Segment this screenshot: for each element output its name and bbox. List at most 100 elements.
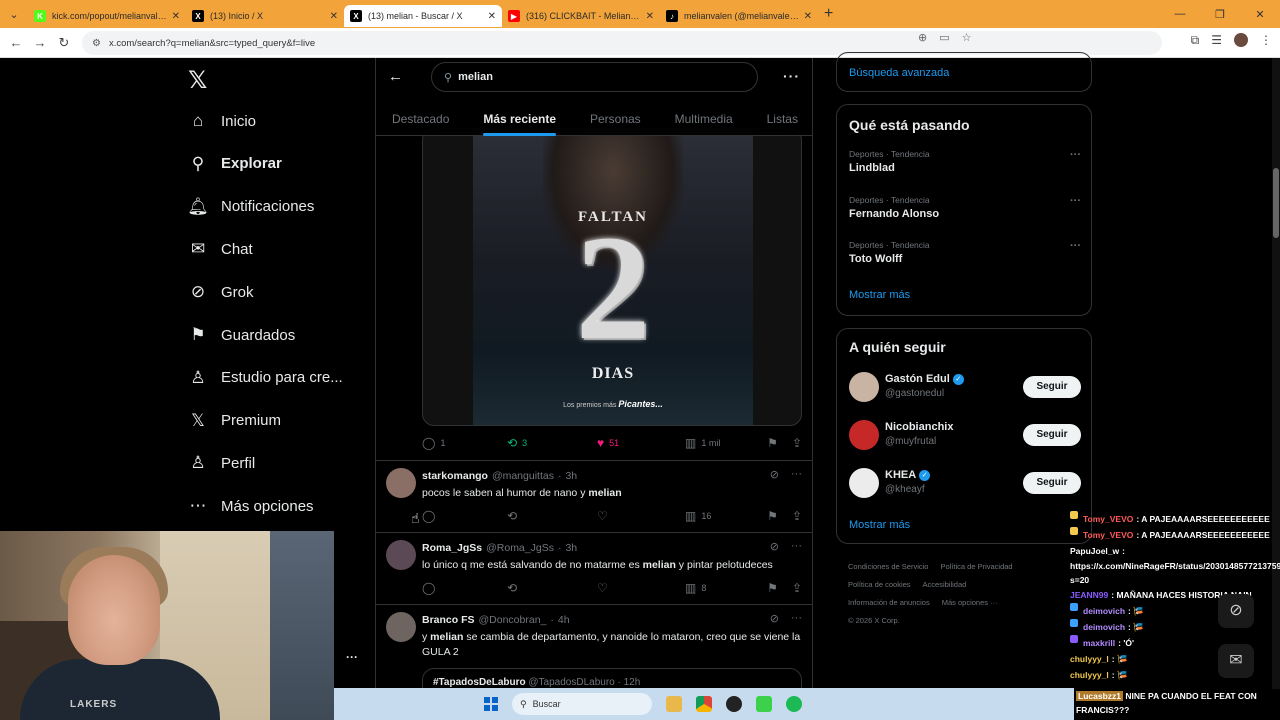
like-button[interactable]: ♡ [597, 581, 685, 595]
more-options-icon[interactable]: ··· [791, 540, 802, 553]
chat-username[interactable]: maxkrill [1083, 635, 1115, 651]
footer-link[interactable]: Política de cookies [848, 580, 911, 589]
footer-link[interactable]: © 2026 X Corp. [848, 616, 900, 625]
footer-link[interactable]: Condiciones de Servicio [848, 562, 928, 571]
repost-button[interactable]: ⟲ 3 [507, 436, 597, 450]
bookmark-star-icon[interactable]: ☆ [962, 31, 972, 44]
avatar[interactable] [386, 540, 416, 570]
tweet-time[interactable]: 4h [558, 614, 570, 626]
share-icon[interactable]: ⇪ [792, 509, 802, 523]
minimize-button[interactable]: — [1160, 8, 1200, 20]
chat-username[interactable]: deimovich [1083, 603, 1125, 619]
more-options-icon[interactable]: ··· [783, 68, 800, 84]
chrome-icon[interactable] [696, 696, 712, 712]
sidebar-item[interactable]: ⌂ Inicio [188, 106, 256, 136]
trend-item[interactable]: Deportes · Tendencia Fernando Alonso ··· [849, 195, 1081, 220]
tweet-time[interactable]: 3h [565, 542, 577, 554]
tab-search-button[interactable]: ⌄ [0, 0, 28, 28]
advanced-search-link[interactable]: Búsqueda avanzada [849, 67, 949, 79]
scrollbar-thumb[interactable] [1273, 168, 1279, 238]
follow-button[interactable]: Seguir [1023, 424, 1081, 446]
tweet-time[interactable]: 3h [565, 470, 577, 482]
tweet-author-name[interactable]: starkomango [422, 470, 488, 482]
tab-close-icon[interactable]: ✕ [646, 11, 654, 22]
cast-icon[interactable]: ▭ [939, 31, 949, 44]
sidebar-item[interactable]: 𝕏 Premium [188, 406, 281, 436]
grok-icon[interactable]: ⊘ [770, 540, 779, 553]
follow-suggestion[interactable]: KHEA ✓ @kheayf Seguir [849, 467, 1081, 499]
avatar[interactable] [386, 612, 416, 642]
tweet-handle[interactable]: @manguittas [492, 470, 554, 482]
tab-close-icon[interactable]: ✕ [804, 11, 812, 22]
avatar[interactable] [849, 468, 879, 498]
reply-button[interactable]: ◯ [422, 581, 507, 595]
chat-username[interactable]: Tomy_VEVO [1083, 527, 1133, 543]
forward-arrow-icon[interactable]: → [28, 35, 52, 50]
tab-search-filter[interactable]: Más reciente [483, 102, 556, 136]
chat-username[interactable]: chulyyy_l [1070, 667, 1109, 683]
post-media-image[interactable]: FALTAN 2 DIAS Los premios más Picantes..… [422, 128, 802, 426]
search-input[interactable]: ⚲ melian [431, 62, 758, 92]
sidebar-item[interactable]: ♙ Estudio para cre... [188, 363, 342, 393]
avatar[interactable] [849, 372, 879, 402]
trend-item[interactable]: Deportes · Tendencia Toto Wolff ··· [849, 240, 1081, 265]
grok-icon[interactable]: ⊘ [1218, 594, 1254, 628]
tab-search-filter[interactable]: Destacado [392, 102, 449, 136]
spotify-icon[interactable] [786, 696, 802, 712]
follow-button[interactable]: Seguir [1023, 376, 1081, 398]
chat-username[interactable]: Tomy_VEVO [1083, 511, 1133, 527]
sidebar-item[interactable]: ⊘ Grok [188, 277, 254, 307]
bookmark-icon[interactable]: ⚑ [767, 509, 778, 523]
chat-username[interactable]: chulyyy_l [1070, 651, 1109, 667]
footer-link[interactable]: Más opciones ··· [942, 598, 998, 607]
tweet-author-name[interactable]: Roma_JgSs [422, 542, 482, 554]
site-info-icon[interactable]: ⚙ [92, 38, 101, 49]
footer-link[interactable]: Información de anuncios [848, 598, 930, 607]
sidebar-item[interactable]: ⚑ Guardados [188, 320, 295, 350]
tweet[interactable]: Branco FS @Doncobran_ · 4h ⊘ ··· y melian se c… [376, 604, 812, 698]
x-logo-icon[interactable]: 𝕏 [188, 66, 207, 95]
back-arrow-icon[interactable]: ← [4, 35, 28, 50]
avatar[interactable] [849, 420, 879, 450]
share-icon[interactable]: ⇪ [792, 436, 802, 450]
browser-tab[interactable]: ♪ melianvalen (@melianvalenn) | ✕ [660, 5, 818, 27]
more-options-icon[interactable]: ··· [346, 650, 358, 664]
more-options-icon[interactable]: ··· [1070, 195, 1081, 207]
follow-suggestion[interactable]: Gastón Edul ✓ @gastonedul Seguir [849, 371, 1081, 403]
profile-avatar[interactable] [1234, 33, 1248, 47]
follow-suggestion[interactable]: Nicobianchix @muyfrutal Seguir [849, 419, 1081, 451]
repost-button[interactable]: ⟲ [507, 509, 597, 523]
windows-start-icon[interactable] [484, 697, 498, 711]
sidebar-item[interactable]: ♙ Perfil [188, 448, 255, 478]
like-button[interactable]: ♥ 51 [597, 436, 685, 450]
grok-icon[interactable]: ⊘ [770, 468, 779, 481]
close-window-button[interactable]: ✕ [1240, 8, 1280, 21]
browser-menu-icon[interactable]: ⋮ [1260, 33, 1272, 48]
chat-link-text[interactable]: https://x.com/NineRageFR/status/20301485… [1070, 559, 1280, 587]
browser-tab[interactable]: ▶ (316) CLICKBAIT - Melian (Vide ✕ [502, 5, 660, 27]
mail-icon[interactable]: ✉ [1218, 644, 1254, 678]
footer-link[interactable]: Política de Privacidad [940, 562, 1012, 571]
tab-search-filter[interactable]: Personas [590, 102, 641, 136]
zoom-icon[interactable]: ⊕ [918, 31, 927, 44]
chat-username[interactable]: JEANN99 [1070, 587, 1108, 603]
tab-close-icon[interactable]: ✕ [330, 11, 338, 22]
views-button[interactable]: ▥ 1 mil [685, 436, 767, 450]
avatar[interactable] [386, 468, 416, 498]
tab-search-filter[interactable]: Multimedia [675, 102, 733, 136]
browser-tab[interactable]: X (13) melian - Buscar / X ✕ [344, 5, 502, 27]
chat-username[interactable]: deimovich [1083, 619, 1125, 635]
more-options-icon[interactable]: ··· [1070, 240, 1081, 252]
browser-tab[interactable]: X (13) Inicio / X ✕ [186, 5, 344, 27]
reply-button[interactable]: ◯ [422, 509, 507, 523]
tweet[interactable]: Roma_JgSs @Roma_JgSs · 3h ⊘ ··· lo único q me … [376, 532, 812, 605]
views-button[interactable]: ▥ 16 [685, 509, 767, 523]
tweet-handle[interactable]: @Roma_JgSs [486, 542, 554, 554]
follow-button[interactable]: Seguir [1023, 472, 1081, 494]
file-explorer-icon[interactable] [666, 696, 682, 712]
bookmark-icon[interactable]: ⚑ [767, 581, 778, 595]
repost-button[interactable]: ⟲ [507, 581, 597, 595]
browser-tab[interactable]: Kkick.com/popout/melianvalen/ ✕ [28, 5, 186, 27]
more-options-icon[interactable]: ··· [1070, 149, 1081, 161]
sidebar-item[interactable]: 🔔︎ Notificaciones [187, 192, 314, 222]
